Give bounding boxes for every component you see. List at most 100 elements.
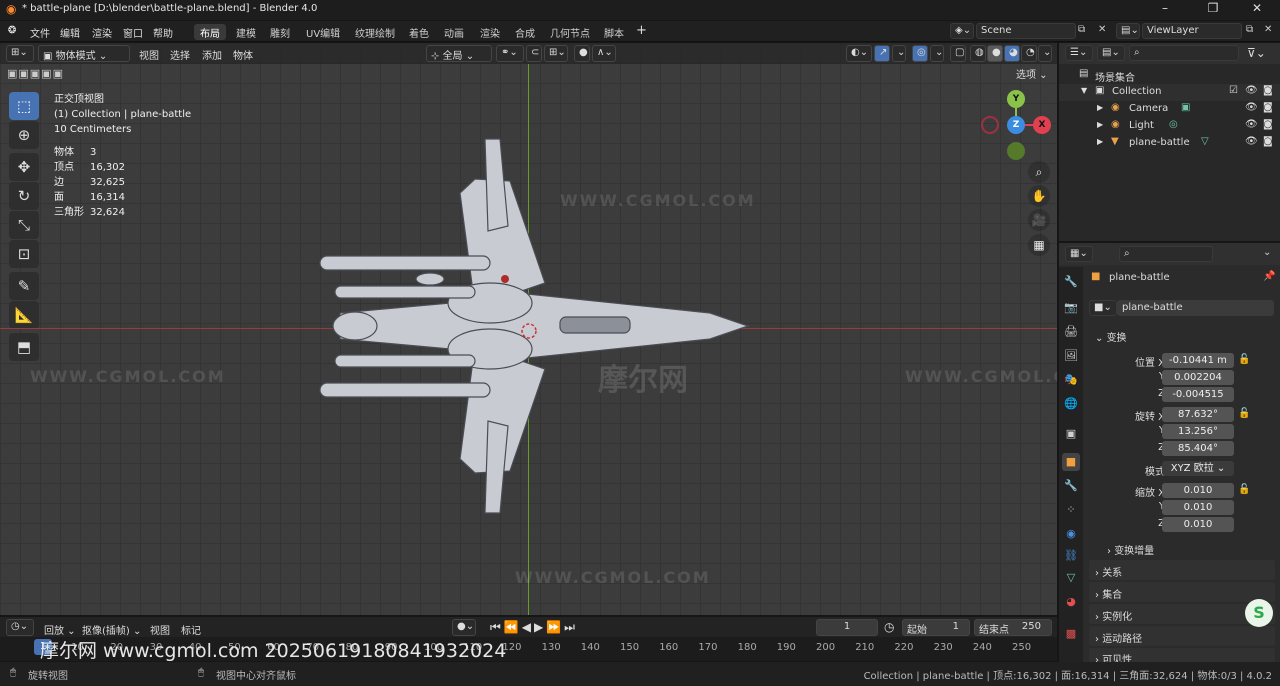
start-frame-field[interactable]: 起始 1 [902, 619, 970, 636]
tool-tab-icon[interactable]: 🔧 [1062, 273, 1080, 291]
rendered-shading-icon[interactable]: ◔ [1021, 45, 1037, 62]
tab-modeling[interactable]: 建模 [230, 24, 262, 40]
selection-mode-icons[interactable]: ▣▣▣▣▣ [7, 67, 87, 81]
clock-icon[interactable]: ◷ [884, 620, 894, 634]
outliner-row-light[interactable]: ▶ ◉ Light ◎ 👁 ◙ [1059, 118, 1280, 135]
rotation-mode-dropdown[interactable]: XYZ 欧拉 ⌄ [1162, 461, 1234, 476]
navigation-gizmo[interactable]: Y X Z [981, 90, 1051, 160]
lock-icon[interactable]: 🔓 [1238, 408, 1250, 419]
expand-chevron-icon[interactable]: ▶ [1097, 120, 1103, 129]
move-tool-icon[interactable]: ✥ [9, 153, 39, 181]
tab-sculpting[interactable]: 雕刻 [264, 24, 296, 40]
expand-chevron-icon[interactable]: ▶ [1097, 103, 1103, 112]
minimize-icon[interactable]: – [1142, 1, 1188, 19]
scene-tab-icon[interactable]: 🎭 [1062, 371, 1080, 389]
filter-icon[interactable]: ⊽⌄ [1247, 46, 1266, 60]
render-tab-icon[interactable]: 📷 [1062, 299, 1080, 317]
gizmo-z-icon[interactable]: Z [1007, 116, 1025, 134]
menu-select[interactable]: 选择 [170, 47, 190, 62]
display-mode-icon[interactable]: ▤⌄ [1097, 45, 1125, 61]
outliner-row-scene-collection[interactable]: ▤ 场景集合 [1059, 67, 1280, 84]
playback-menu[interactable]: 回放 ⌄ [44, 622, 76, 637]
proportional-edit-icon[interactable]: ● [574, 45, 590, 62]
end-frame-field[interactable]: 结束点 250 [974, 619, 1052, 636]
transform-section-header[interactable]: ⌄ 变换 [1089, 325, 1275, 345]
timeline-view-menu[interactable]: 视图 [150, 622, 170, 637]
shading-dropdown-icon[interactable]: ⌄ [1038, 45, 1052, 62]
rotate-tool-icon[interactable]: ↻ [9, 182, 39, 210]
camera-render-icon[interactable]: ◙ [1263, 102, 1273, 113]
collection-tab-icon[interactable]: ▣ [1062, 425, 1080, 443]
menu-help[interactable]: 帮助 [153, 25, 173, 40]
solid-shading-icon[interactable]: ● [987, 45, 1003, 62]
mesh-data-icon[interactable]: ▽ [1201, 136, 1209, 147]
new-scene-icon[interactable]: ⧉ [1078, 24, 1085, 35]
eye-icon[interactable]: 👁 [1245, 85, 1258, 96]
view-layer-field[interactable]: ViewLayer [1142, 23, 1242, 39]
lock-icon[interactable]: 🔓 [1238, 354, 1250, 365]
rotation-x-field[interactable]: 87.632° [1162, 407, 1234, 422]
delete-scene-icon[interactable]: ✕ [1098, 24, 1106, 35]
add-workspace-icon[interactable]: + [636, 23, 647, 38]
playback-controls-icon[interactable]: ⏮⏪◀▶⏩⏭ [490, 620, 578, 635]
lock-icon[interactable]: 🔓 [1238, 484, 1250, 495]
floating-assistant-icon[interactable]: S [1245, 599, 1273, 627]
camera-render-icon[interactable]: ◙ [1263, 136, 1273, 147]
scene-name-field[interactable]: Scene [976, 23, 1076, 39]
transform-tool-icon[interactable]: ⊡ [9, 240, 39, 268]
overlay-toggle-icon[interactable]: ◎ [912, 45, 928, 62]
orientation-dropdown[interactable]: ⊹ 全局 ⌄ [426, 45, 492, 62]
tab-compositing[interactable]: 合成 [509, 24, 541, 40]
properties-options-icon[interactable]: ⌄ [1263, 247, 1271, 258]
object-tab-icon[interactable]: ■ [1062, 453, 1080, 471]
camera-view-icon[interactable]: 🎥 [1028, 209, 1050, 231]
menu-window[interactable]: 窗口 [123, 25, 143, 40]
delete-view-layer-icon[interactable]: ✕ [1264, 24, 1272, 35]
tab-scripting[interactable]: 脚本 [598, 24, 630, 40]
wireframe-shading-icon[interactable]: ◍ [970, 45, 986, 62]
tab-layout[interactable]: 布局 [194, 24, 226, 40]
menu-file[interactable]: 文件 [30, 25, 50, 40]
blender-menu-icon[interactable]: ❂ [8, 25, 16, 36]
gizmo-toggle-icon[interactable]: ↗ [874, 45, 890, 62]
physics-tab-icon[interactable]: ◉ [1062, 525, 1080, 543]
scale-x-field[interactable]: 0.010 [1162, 483, 1234, 498]
constraints-tab-icon[interactable]: ⛓ [1062, 547, 1080, 565]
3d-viewport[interactable]: ⊞⌄ ▣ 物体模式 ⌄ 视图 选择 添加 物体 ⊹ 全局 ⌄ ⚭⌄ ⊂ ⊞⌄ ●… [0, 43, 1057, 615]
viewport-options-button[interactable]: 选项 ⌄ [1012, 65, 1054, 82]
new-view-layer-icon[interactable]: ⧉ [1246, 24, 1253, 35]
pin-icon[interactable]: 📌 [1263, 271, 1275, 282]
menu-add[interactable]: 添加 [202, 47, 222, 62]
camera-data-icon[interactable]: ▣ [1181, 102, 1190, 113]
motion-paths-section[interactable]: › 运动路径 [1089, 626, 1275, 646]
outliner-editor-icon[interactable]: ☰⌄ [1065, 45, 1093, 61]
scale-tool-icon[interactable]: ⤡ [9, 211, 39, 239]
tab-animation[interactable]: 动画 [438, 24, 470, 40]
menu-view[interactable]: 视图 [139, 47, 159, 62]
light-data-icon[interactable]: ◎ [1169, 119, 1178, 130]
select-box-tool-icon[interactable]: ⬚ [9, 92, 39, 120]
cursor-tool-icon[interactable]: ⊕ [9, 121, 39, 149]
pan-hand-icon[interactable]: ✋ [1028, 185, 1050, 207]
scene-selector-icon[interactable]: ◈⌄ [950, 23, 974, 39]
measure-tool-icon[interactable]: 📐 [9, 301, 39, 329]
location-x-field[interactable]: -0.10441 m [1162, 353, 1234, 368]
eye-icon[interactable]: 👁 [1245, 136, 1258, 147]
falloff-icon[interactable]: ∧⌄ [592, 45, 616, 62]
particles-tab-icon[interactable]: ⁘ [1062, 501, 1080, 519]
overlay-dropdown-icon[interactable]: ⌄ [930, 45, 944, 62]
object-name-field[interactable]: plane-battle [1117, 300, 1274, 316]
rotation-z-field[interactable]: 85.404° [1162, 441, 1234, 456]
eye-icon[interactable]: 👁 [1245, 119, 1258, 130]
rotation-y-field[interactable]: 13.256° [1162, 424, 1234, 439]
gizmo-neg-x-icon[interactable] [981, 116, 999, 134]
tab-rendering[interactable]: 渲染 [474, 24, 506, 40]
current-frame-field[interactable]: 1 [816, 619, 878, 636]
record-icon[interactable]: ●⌄ [452, 619, 476, 636]
data-tab-icon[interactable]: ▽ [1062, 569, 1080, 587]
gizmo-x-icon[interactable]: X [1033, 116, 1051, 134]
camera-render-icon[interactable]: ◙ [1263, 119, 1273, 130]
view-layer-icon[interactable]: ▤⌄ [1116, 23, 1140, 39]
object-datablock-icon[interactable]: ■⌄ [1089, 300, 1117, 316]
scale-y-field[interactable]: 0.010 [1162, 500, 1234, 515]
